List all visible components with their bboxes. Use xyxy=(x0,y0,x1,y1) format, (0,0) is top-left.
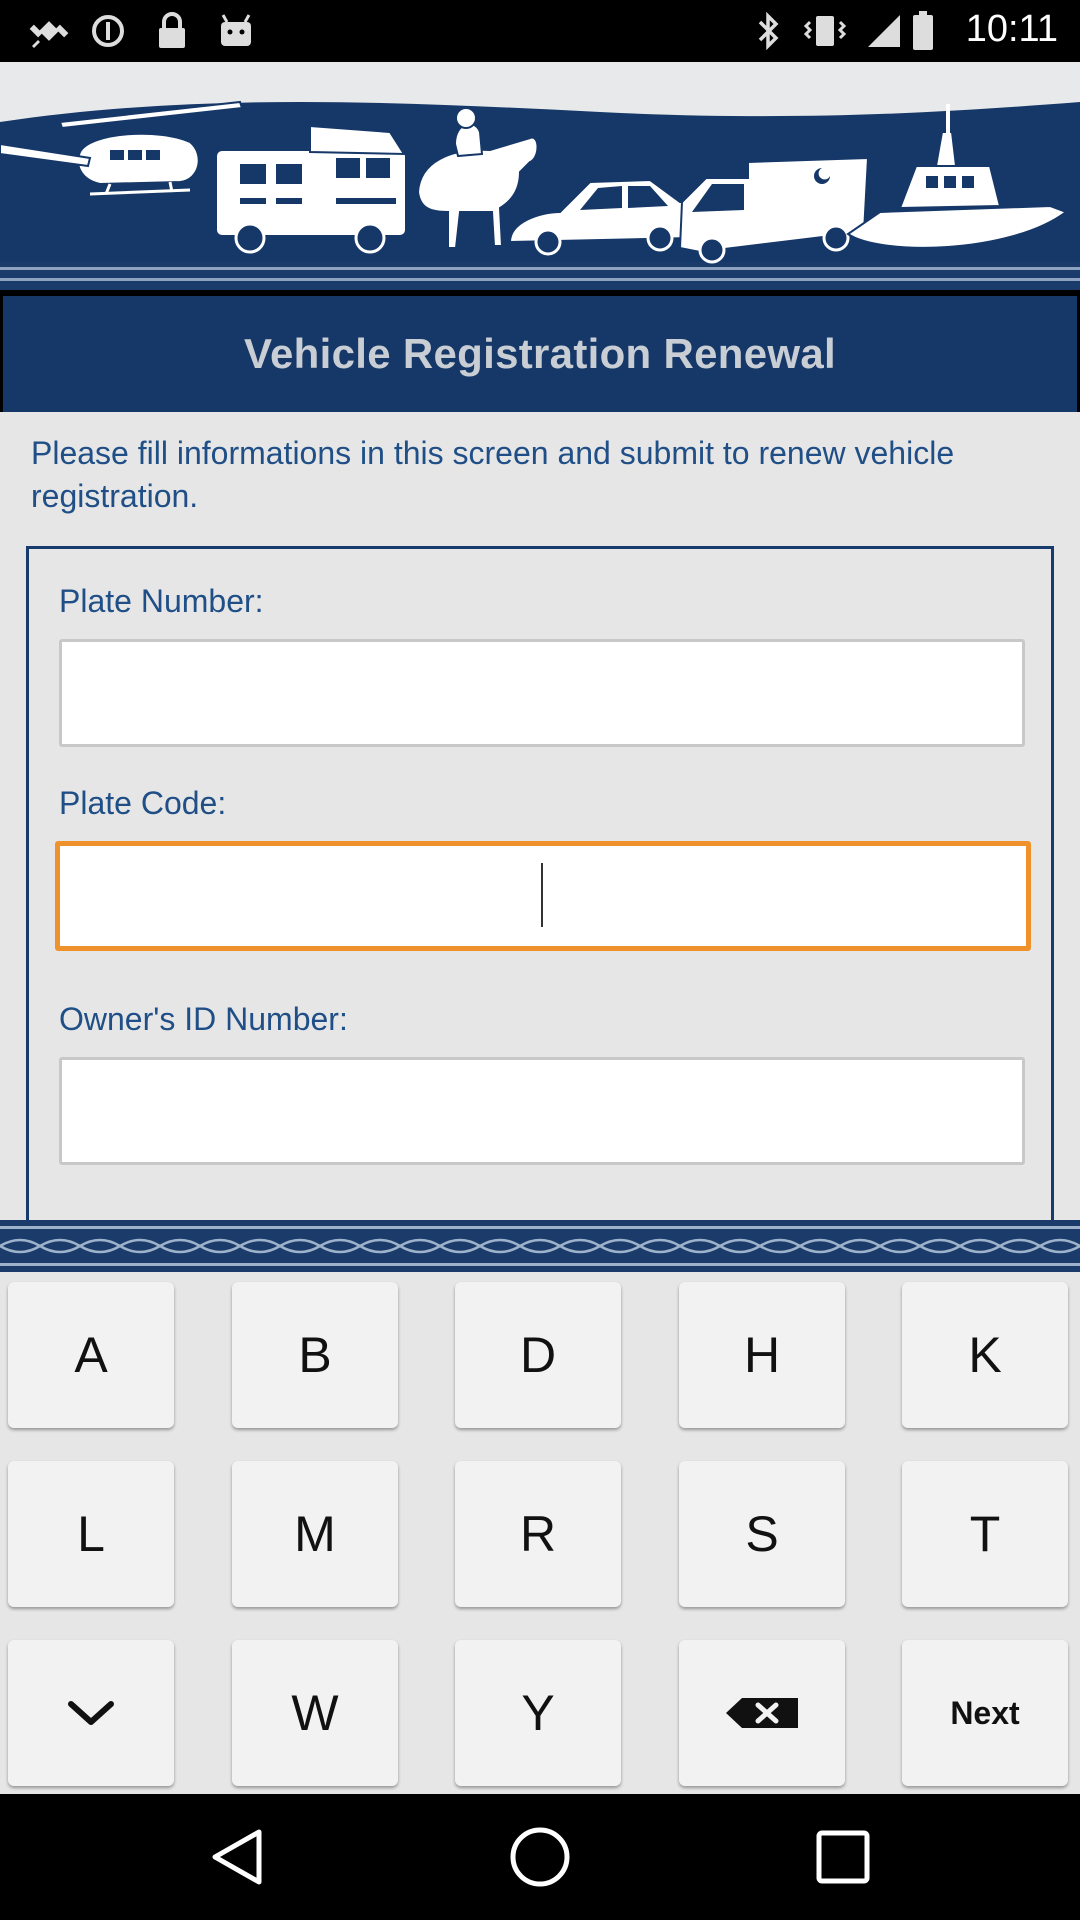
hide-keyboard-button[interactable] xyxy=(8,1640,174,1786)
android-icon xyxy=(214,10,258,52)
key-s[interactable]: S xyxy=(679,1461,845,1607)
bluetooth-icon xyxy=(752,10,786,52)
backspace-icon xyxy=(726,1698,798,1728)
chevron-down-icon xyxy=(68,1701,114,1725)
signal-icon xyxy=(864,10,904,52)
recents-square-icon xyxy=(816,1830,870,1884)
plate-code-label: Plate Code: xyxy=(59,785,227,821)
backspace-button[interactable] xyxy=(679,1640,845,1786)
key-l[interactable]: L xyxy=(8,1461,174,1607)
owner-id-label: Owner's ID Number: xyxy=(59,1001,348,1037)
recents-button[interactable] xyxy=(808,1822,878,1892)
page-header: Vehicle Registration Renewal xyxy=(3,296,1077,412)
plate-number-label: Plate Number: xyxy=(59,583,264,619)
owner-id-input[interactable] xyxy=(59,1057,1025,1165)
intro-text: Please fill informations in this screen … xyxy=(31,435,955,514)
key-a[interactable]: A xyxy=(8,1282,174,1428)
back-button[interactable] xyxy=(202,1822,272,1892)
key-d[interactable]: D xyxy=(455,1282,621,1428)
key-k[interactable]: K xyxy=(902,1282,1068,1428)
custom-keyboard: A B D H K L M R S T W Y Next xyxy=(0,1272,1080,1794)
home-button[interactable] xyxy=(505,1822,575,1892)
plate-number-input[interactable] xyxy=(59,639,1025,747)
lock-icon xyxy=(152,10,192,52)
key-h[interactable]: H xyxy=(679,1282,845,1428)
status-time: 10:11 xyxy=(965,8,1058,50)
battery-icon xyxy=(910,10,936,52)
back-triangle-icon xyxy=(212,1829,262,1885)
next-button[interactable]: Next xyxy=(902,1640,1068,1786)
banner-image xyxy=(0,62,1080,290)
key-t[interactable]: T xyxy=(902,1461,1068,1607)
vibrate-icon xyxy=(800,10,850,52)
status-bar: 10:11 xyxy=(0,0,1080,62)
key-y[interactable]: Y xyxy=(455,1640,621,1786)
key-w[interactable]: W xyxy=(232,1640,398,1786)
key-b[interactable]: B xyxy=(232,1282,398,1428)
home-circle-icon xyxy=(510,1827,570,1887)
plate-code-input[interactable] xyxy=(55,841,1031,951)
key-r[interactable]: R xyxy=(455,1461,621,1607)
fake-gps-icon xyxy=(26,10,72,52)
registration-form: Plate Number: Plate Code: Owner's ID Num… xyxy=(26,546,1054,1246)
sync-icon xyxy=(88,10,128,52)
form-content: Please fill informations in this screen … xyxy=(0,412,1080,1246)
system-nav-bar xyxy=(0,1794,1080,1920)
keyboard-divider xyxy=(0,1220,1080,1272)
text-cursor xyxy=(541,863,543,927)
page-title: Vehicle Registration Renewal xyxy=(244,330,836,377)
key-m[interactable]: M xyxy=(232,1461,398,1607)
